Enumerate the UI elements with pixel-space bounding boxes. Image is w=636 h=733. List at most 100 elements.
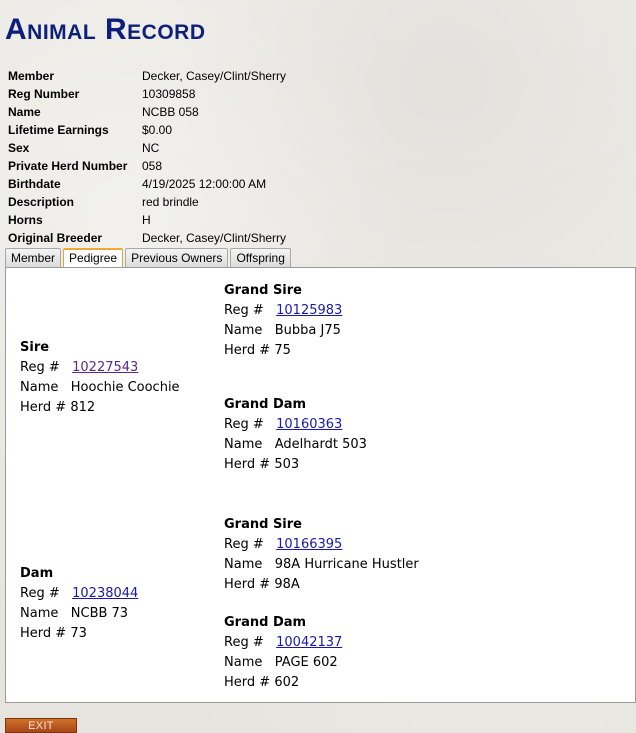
info-label: Lifetime Earnings [8, 123, 109, 137]
sire-name-row: Name Hoochie Coochie [20, 378, 180, 398]
grand-dam-reg-link[interactable]: 10160363 [276, 417, 342, 432]
sire-grand-sire-block: Grand Sire Reg # 10125983 Name Bubba J75… [224, 281, 342, 361]
info-label: Original Breeder [8, 231, 103, 245]
sire-heading: Sire [20, 340, 50, 355]
info-value: Decker, Casey/Clint/Sherry [142, 69, 287, 83]
pedigree-panel: Sire Reg # 10227543 Name Hoochie Coochie… [5, 267, 636, 703]
grand-dam-herd-row: Herd # 602 [224, 673, 342, 693]
grand-sire-heading: Grand Sire [224, 283, 302, 298]
grand-dam-herd: 503 [274, 457, 300, 472]
info-value: $0.00 [142, 123, 173, 137]
sire-reg-row: Reg # 10227543 [20, 358, 180, 378]
info-label: Horns [8, 213, 43, 227]
grand-sire-name-row: Name Bubba J75 [224, 321, 342, 341]
grand-sire-herd-row: Herd # 75 [224, 341, 342, 361]
herd-label: Herd # [224, 577, 271, 592]
grand-dam-herd: 602 [274, 675, 300, 690]
info-value: 10309858 [142, 87, 196, 101]
grand-sire-reg-link[interactable]: 10166395 [276, 537, 342, 552]
sire-herd-row: Herd # 812 [20, 398, 180, 418]
info-row-lifetime-earnings: Lifetime Earnings $0.00 [8, 121, 286, 139]
name-label: Name [224, 655, 263, 670]
sire-reg-link[interactable]: 10227543 [72, 360, 138, 375]
info-value: 4/19/2025 12:00:00 AM [142, 177, 267, 191]
record-tabs: Member Pedigree Previous Owners Offsprin… [5, 248, 291, 268]
dam-herd-row: Herd # 73 [20, 624, 138, 644]
info-value: red brindle [142, 195, 199, 209]
animal-info-list: Member Decker, Casey/Clint/Sherry Reg Nu… [8, 67, 286, 247]
grand-dam-herd-row: Herd # 503 [224, 455, 367, 475]
info-row-description: Description red brindle [8, 193, 286, 211]
info-label: Reg Number [8, 87, 80, 101]
info-row-private-herd-number: Private Herd Number 058 [8, 157, 286, 175]
info-value: Decker, Casey/Clint/Sherry [142, 231, 287, 245]
name-label: Name [20, 380, 59, 395]
reg-label: Reg # [224, 635, 264, 650]
grand-dam-reg-link[interactable]: 10042137 [276, 635, 342, 650]
name-label: Name [20, 606, 59, 621]
name-label: Name [224, 557, 263, 572]
dam-herd: 73 [70, 626, 87, 641]
sire-grand-dam-block: Grand Dam Reg # 10160363 Name Adelhardt … [224, 395, 367, 475]
reg-label: Reg # [20, 360, 60, 375]
tab-pedigree[interactable]: Pedigree [63, 248, 124, 268]
reg-label: Reg # [224, 537, 264, 552]
grand-sire-herd: 75 [274, 343, 291, 358]
info-label: Private Herd Number [8, 159, 128, 173]
page-title: Animal Record [5, 13, 206, 46]
grand-dam-reg-row: Reg # 10160363 [224, 415, 367, 435]
dam-name: NCBB 73 [70, 606, 129, 621]
grand-sire-name-row: Name 98A Hurricane Hustler [224, 555, 419, 575]
grand-dam-name-row: Name Adelhardt 503 [224, 435, 367, 455]
grand-dam-heading: Grand Dam [224, 397, 307, 412]
herd-label: Herd # [224, 343, 271, 358]
name-label: Name [224, 437, 263, 452]
grand-dam-name-row: Name PAGE 602 [224, 653, 342, 673]
dam-grand-dam-block: Grand Dam Reg # 10042137 Name PAGE 602 H… [224, 613, 342, 693]
reg-label: Reg # [20, 586, 60, 601]
exit-button[interactable]: EXIT [5, 718, 77, 733]
sire-block: Sire Reg # 10227543 Name Hoochie Coochie… [20, 338, 180, 418]
grand-sire-reg-link[interactable]: 10125983 [276, 303, 342, 318]
info-row-name: Name NCBB 058 [8, 103, 286, 121]
grand-sire-name: 98A Hurricane Hustler [274, 557, 419, 572]
info-label: Birthdate [8, 177, 61, 191]
info-value: 058 [142, 159, 163, 173]
tab-offspring[interactable]: Offspring [230, 248, 291, 267]
info-row-original-breeder: Original Breeder Decker, Casey/Clint/She… [8, 229, 286, 247]
info-row-horns: Horns H [8, 211, 286, 229]
grand-sire-herd: 98A [274, 577, 300, 592]
tab-member[interactable]: Member [5, 248, 62, 267]
info-label: Member [8, 69, 55, 83]
reg-label: Reg # [224, 417, 264, 432]
info-row-member: Member Decker, Casey/Clint/Sherry [8, 67, 286, 85]
sire-herd: 812 [70, 400, 96, 415]
info-row-sex: Sex NC [8, 139, 286, 157]
tab-previous-owners[interactable]: Previous Owners [125, 248, 229, 267]
info-value: NCBB 058 [142, 105, 199, 119]
dam-reg-link[interactable]: 10238044 [72, 586, 138, 601]
info-row-reg-number: Reg Number 10309858 [8, 85, 286, 103]
info-value: NC [142, 141, 160, 155]
sire-name: Hoochie Coochie [70, 380, 180, 395]
name-label: Name [224, 323, 263, 338]
dam-heading: Dam [20, 566, 54, 581]
dam-name-row: Name NCBB 73 [20, 604, 138, 624]
grand-dam-name: PAGE 602 [274, 655, 338, 670]
grand-dam-reg-row: Reg # 10042137 [224, 633, 342, 653]
info-label: Description [8, 195, 75, 209]
reg-label: Reg # [224, 303, 264, 318]
info-label: Name [8, 105, 41, 119]
info-value: H [142, 213, 151, 227]
dam-reg-row: Reg # 10238044 [20, 584, 138, 604]
herd-label: Herd # [224, 675, 271, 690]
info-row-birthdate: Birthdate 4/19/2025 12:00:00 AM [8, 175, 286, 193]
grand-sire-heading: Grand Sire [224, 517, 302, 532]
grand-sire-herd-row: Herd # 98A [224, 575, 419, 595]
herd-label: Herd # [224, 457, 271, 472]
herd-label: Herd # [20, 400, 67, 415]
info-label: Sex [8, 141, 30, 155]
grand-sire-reg-row: Reg # 10125983 [224, 301, 342, 321]
dam-block: Dam Reg # 10238044 Name NCBB 73 Herd # 7… [20, 564, 138, 644]
grand-dam-heading: Grand Dam [224, 615, 307, 630]
